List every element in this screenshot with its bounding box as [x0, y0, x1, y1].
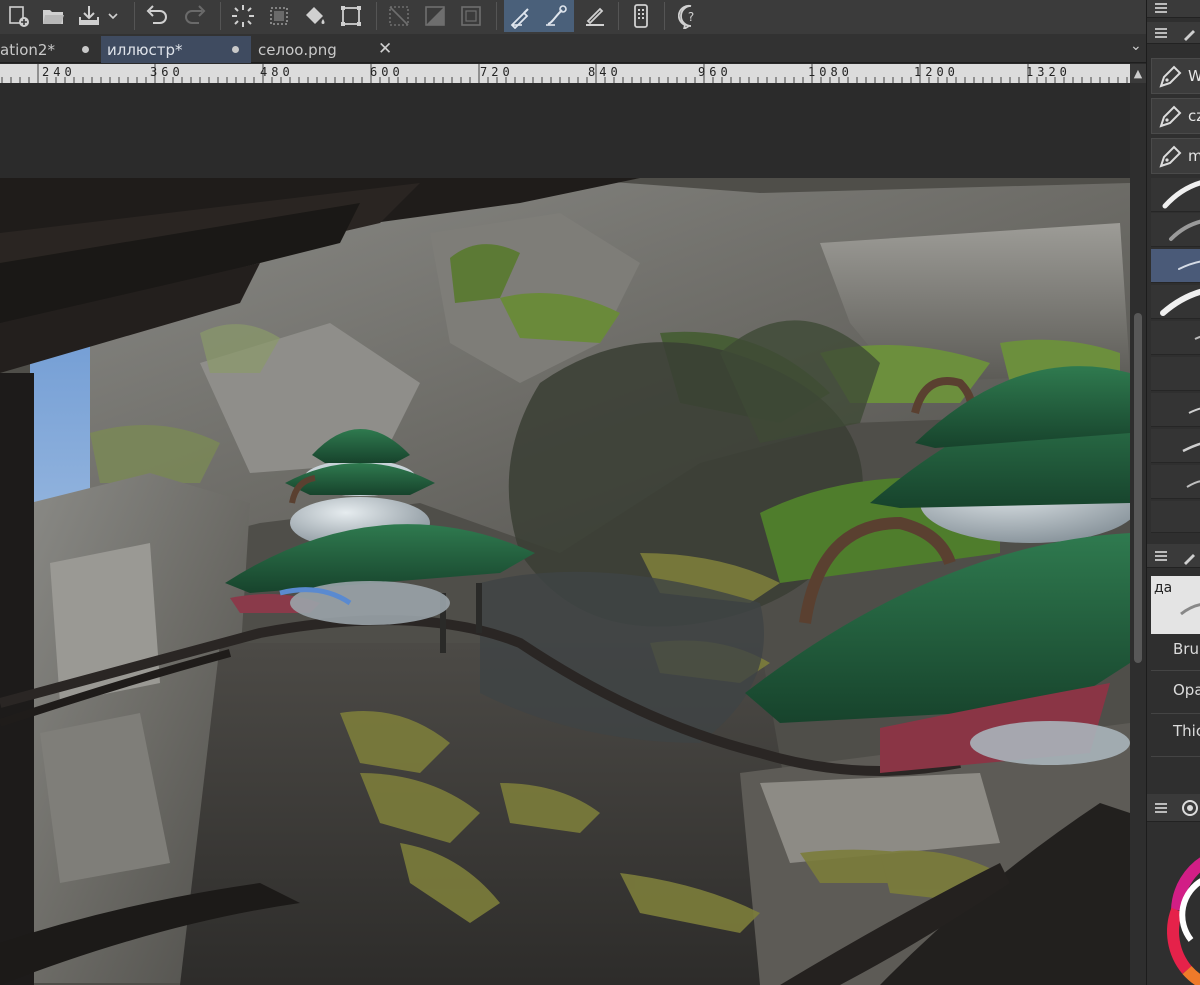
save-icon[interactable]	[74, 0, 104, 32]
horizontal-ruler: 240 360 480 600 720 840 960 1080 1200 13…	[0, 64, 1130, 83]
main-toolbar: ?	[0, 0, 1146, 34]
redo-icon[interactable]	[180, 0, 210, 32]
brush-panel-header	[1147, 22, 1200, 44]
panel-menu-icon[interactable]	[1155, 3, 1167, 15]
preset-label: W	[1188, 67, 1200, 85]
vertical-scrollbar[interactable]	[1130, 83, 1146, 985]
brush-preset-m[interactable]: m	[1151, 138, 1200, 174]
tab-label: иллюстр*	[107, 40, 183, 59]
ruler-label: 1200	[914, 65, 959, 79]
brush-tool-icon	[1184, 30, 1195, 41]
help-icon[interactable]: ?	[676, 0, 706, 32]
modified-dot-icon	[232, 46, 239, 53]
transform-icon[interactable]	[336, 0, 366, 32]
brush-preset-cz[interactable]: cz	[1151, 98, 1200, 134]
brush-stroke-preview[interactable]	[1151, 429, 1200, 463]
preset-label: cz	[1188, 107, 1200, 125]
deselect-icon[interactable]	[384, 0, 414, 32]
pen-stabilizer-icon[interactable]	[504, 0, 538, 32]
tab-illustration[interactable]: иллюстр*	[101, 36, 251, 63]
scroll-thumb[interactable]	[1134, 313, 1142, 663]
preset-label: m	[1188, 147, 1200, 165]
color-wheel-header	[1147, 794, 1200, 822]
tool-property-header	[1147, 544, 1200, 568]
brush-stroke-preview[interactable]	[1151, 321, 1200, 355]
tab-label: селоо.png	[258, 40, 337, 59]
pen-nib-icon	[1159, 145, 1182, 168]
save-dropdown-chevron-icon[interactable]	[104, 0, 122, 32]
ruler-label: 480	[260, 65, 294, 79]
brush-stabilizer-icon[interactable]	[538, 0, 574, 32]
brush-stroke-preview[interactable]	[1151, 465, 1200, 499]
document-tab-bar: ation2* иллюстр* селоо.png ✕	[0, 34, 1146, 63]
panel-menu-icon[interactable]	[1155, 28, 1167, 40]
tab-seloo-png[interactable]: селоо.png ✕	[252, 36, 400, 63]
ruler-label: 240	[42, 65, 76, 79]
brush-stroke-preview[interactable]	[1151, 357, 1200, 391]
invert-select-icon[interactable]	[420, 0, 450, 32]
modified-dot-icon	[82, 46, 89, 53]
lasso-select-icon[interactable]	[228, 0, 258, 32]
select-rect-icon[interactable]	[264, 0, 294, 32]
opacity-label: Opa	[1173, 681, 1200, 699]
tabs-overflow-chevron-icon[interactable]: ⌄	[1130, 38, 1142, 54]
open-folder-icon[interactable]	[38, 0, 68, 32]
ruler-label: 840	[588, 65, 622, 79]
ruler-label: 600	[370, 65, 404, 79]
brush-stroke-preview[interactable]	[1151, 178, 1200, 212]
crop-icon[interactable]	[456, 0, 486, 32]
panel-menu-icon[interactable]	[1155, 803, 1167, 815]
brush-stroke-preview[interactable]	[1151, 285, 1200, 319]
ruler-label: 360	[150, 65, 184, 79]
pen-nib-icon	[1159, 105, 1182, 128]
ruler-label: 720	[480, 65, 514, 79]
pen-nib-icon	[1159, 65, 1182, 88]
brush-size-label: Bru	[1173, 640, 1199, 658]
svg-text:?: ?	[688, 10, 694, 24]
fill-bucket-icon[interactable]	[300, 0, 330, 32]
tablet-icon[interactable]	[626, 0, 656, 32]
tab-label: ation2*	[0, 40, 55, 59]
brush-preset-w[interactable]: W	[1151, 58, 1200, 94]
panel-menu-icon[interactable]	[1155, 551, 1167, 563]
brush-preview-thumbnail: да	[1151, 576, 1200, 634]
ruler-pen-icon[interactable]	[580, 0, 610, 32]
color-wheel[interactable]	[1147, 840, 1200, 985]
brush-stroke-preview-selected[interactable]	[1151, 249, 1200, 283]
color-wheel-icon	[1182, 800, 1198, 816]
close-tab-icon[interactable]: ✕	[378, 39, 392, 59]
undo-icon[interactable]	[142, 0, 172, 32]
ruler-label: 1320	[1026, 65, 1071, 79]
thickness-label: Thic	[1173, 722, 1200, 740]
tab-animation2[interactable]: ation2*	[0, 36, 100, 63]
canvas-area[interactable]	[0, 83, 1130, 985]
dock-header-top	[1147, 0, 1200, 18]
right-dock-panel: W cz m да Bru Opa Thic	[1146, 0, 1200, 985]
new-document-icon[interactable]	[4, 0, 34, 32]
brush-stroke-preview[interactable]	[1151, 393, 1200, 427]
ruler-label: 1080	[808, 65, 853, 79]
scroll-up-arrow-icon[interactable]: ▲	[1130, 64, 1146, 83]
artwork-canvas[interactable]	[0, 83, 1130, 985]
ruler-label: 960	[698, 65, 732, 79]
brush-stroke-preview[interactable]	[1151, 213, 1200, 247]
brush-tool-icon	[1184, 554, 1195, 565]
brush-stroke-preview[interactable]	[1151, 501, 1200, 533]
